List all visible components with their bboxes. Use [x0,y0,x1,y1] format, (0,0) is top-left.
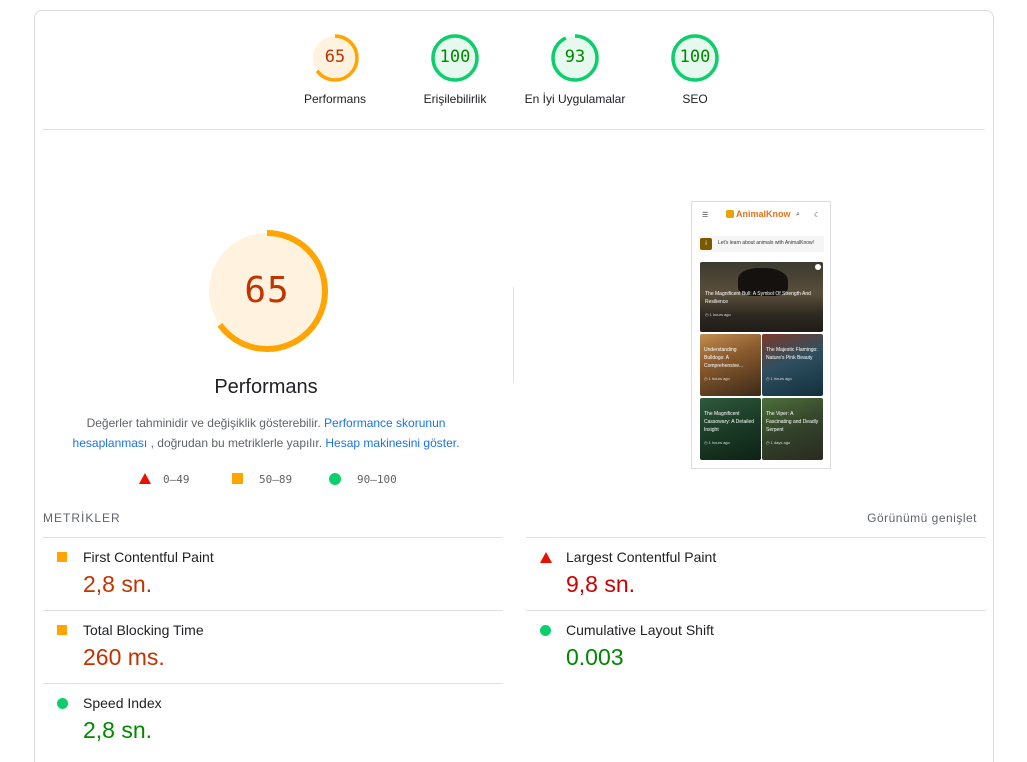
gauge-value: 93 [564,47,586,67]
divider [43,129,985,130]
card-meta: ◷ 1 hours ago [704,376,730,381]
gauge-label: SEO [682,92,708,106]
divider [526,610,986,611]
card-title: The Magnificent Cassowary: A Detailed In… [704,411,755,433]
triangle-icon [139,473,151,484]
legend-average: 50–89 [232,473,292,486]
hero-meta-text: 1 hours ago [709,312,731,317]
legend-average-label: 50–89 [259,473,293,486]
hero-title: The Magnificent Bull: A Symbol Of Streng… [705,291,811,305]
metric-value: 9,8 sn. [566,571,636,597]
square-icon [57,625,67,635]
square-icon [57,552,67,562]
card-title: The Viper: A Fascinating and Deadly Serp… [766,411,819,433]
screenshot-banner: i Let's learn about animals with AnimalK… [698,236,824,252]
divider [43,537,503,538]
paw-icon [726,210,734,218]
divider [43,610,503,611]
metric-name: Cumulative Layout Shift [566,622,714,638]
performance-score: 65 [244,270,290,311]
metric-value: 260 ms. [83,644,165,670]
legend-poor: 0–49 [139,473,190,486]
metrics-heading: METRİKLER [43,511,121,525]
gauge-label: Performans [303,92,367,106]
card-meta: ◷ 1 hours ago [704,440,730,445]
gauge-label: Erişilebilirlik [423,92,487,106]
banner-text: Let's learn about animals with AnimalKno… [718,240,815,246]
metric-name: Total Blocking Time [83,622,204,638]
desc-text: , doğrudan bu metriklerle yapılır. [150,436,323,450]
hero-meta: ◷ 1 hours ago [705,312,731,317]
menu-icon: ☰ [702,212,709,219]
performance-description: Değerler tahminidir ve değişiklik göster… [65,413,467,453]
metric-cls: Cumulative Layout Shift 0.003 [526,622,986,682]
circle-icon [329,473,341,485]
divider [43,683,503,684]
gauge-best-practices[interactable]: 93 En İyi Uygulamalar [515,33,635,106]
circle-icon [540,625,551,636]
site-logo: AnimalKnow [726,209,791,219]
square-icon [232,473,243,484]
metric-name: Largest Contentful Paint [566,549,717,565]
article-card: The Viper: A Fascinating and Deadly Serp… [762,398,823,460]
expand-view-button[interactable]: Görünümü genişlet [867,511,977,525]
gauge-value: 100 [679,47,711,67]
desc-text: Değerler tahminidir ve değişiklik göster… [86,416,321,430]
report-card: 65 Performans 100 Erişilebilirlik 93 En … [34,10,994,762]
article-card: The Magnificent Cassowary: A Detailed In… [700,398,761,460]
divider [526,537,986,538]
metric-fcp: First Contentful Paint 2,8 sn. [43,549,503,609]
performance-gauge: 65 [205,229,329,353]
gauge-label: En İyi Uygulamalar [524,92,626,106]
metric-speed-index: Speed Index 2,8 sn. [43,695,503,755]
card-meta-text: 1 days ago [770,440,791,445]
card-meta-text: 1 hours ago [708,376,730,381]
gauge-performance[interactable]: 65 Performans [275,33,395,106]
gauge-value: 65 [324,47,346,67]
performance-title: Performans [214,376,318,398]
info-icon: i [700,238,712,250]
site-logo-text: AnimalKnow [736,209,791,219]
legend-poor-label: 0–49 [163,473,190,486]
card-title: The Majestic Flamingo: Nature's Pink Bea… [766,347,818,361]
metric-name: First Contentful Paint [83,549,214,565]
card-meta-text: 1 hours ago [708,440,730,445]
moon-icon: ☾ [814,212,821,219]
circle-icon [57,698,68,709]
card-meta: ◷ 1 days ago [766,440,791,445]
metric-value: 0.003 [566,644,624,670]
article-card: Understanding Bulldogs: A Comprehensive.… [700,334,761,396]
card-title: Understanding Bulldogs: A Comprehensive.… [704,347,744,369]
bookmark-icon [815,264,821,270]
search-icon: ⌕ [796,211,800,218]
card-meta: ◷ 1 hours ago [766,376,792,381]
gauge-seo[interactable]: 100 SEO [635,33,755,106]
article-card: The Majestic Flamingo: Nature's Pink Bea… [762,334,823,396]
show-calculator-link[interactable]: Hesap makinesini göster. [325,436,459,450]
screenshot-header: ☰ AnimalKnow ⌕ ☾ [692,202,830,230]
legend-good-label: 90–100 [357,473,397,486]
hero-article: The Magnificent Bull: A Symbol Of Streng… [700,262,823,332]
page-screenshot[interactable]: ☰ AnimalKnow ⌕ ☾ i Let's learn about ani… [691,201,831,469]
gauge-value: 100 [439,47,471,67]
metric-name: Speed Index [83,695,162,711]
vertical-divider [513,287,514,383]
triangle-icon [540,552,552,563]
category-gauges: 65 Performans 100 Erişilebilirlik 93 En … [35,11,993,129]
metric-value: 2,8 sn. [83,571,153,597]
legend-good: 90–100 [329,473,397,486]
metric-lcp: Largest Contentful Paint 9,8 sn. [526,549,986,609]
gauge-accessibility[interactable]: 100 Erişilebilirlik [395,33,515,106]
metric-value: 2,8 sn. [83,717,153,743]
metric-tbt: Total Blocking Time 260 ms. [43,622,503,682]
card-meta-text: 1 hours ago [770,376,792,381]
